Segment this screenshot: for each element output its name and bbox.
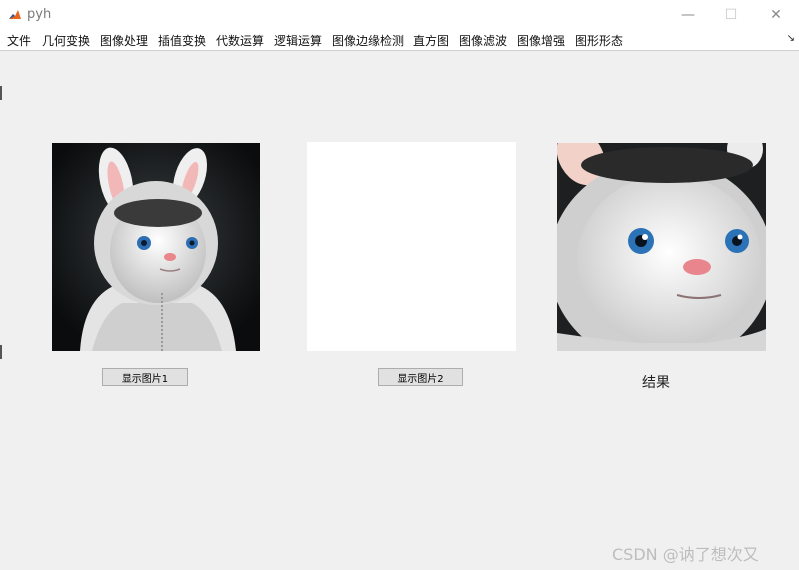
menu-item-interpolation[interactable]: 插值变换 (158, 32, 206, 49)
minimize-icon: — (681, 7, 695, 23)
bunny-image-closeup (557, 143, 766, 351)
show-image1-button[interactable]: 显示图片1 (102, 368, 188, 386)
menu-item-image-processing[interactable]: 图像处理 (100, 32, 148, 49)
result-label: 结果 (642, 375, 670, 391)
image-axes-result (557, 143, 766, 351)
edge-marker (0, 86, 2, 100)
menu-item-image-enhance[interactable]: 图像增强 (517, 32, 565, 49)
show-image2-button[interactable]: 显示图片2 (378, 368, 463, 386)
matlab-icon (8, 8, 22, 22)
close-button[interactable]: ✕ (753, 0, 799, 30)
menu-item-algebraic-ops[interactable]: 代数运算 (216, 32, 264, 49)
menu-item-logic-ops[interactable]: 逻辑运算 (274, 32, 322, 49)
menu-bar: 文件 几何变换 图像处理 插值变换 代数运算 逻辑运算 图像边缘检测 直方图 图… (0, 30, 799, 51)
watermark-text: CSDN @讷了想次又 (612, 545, 759, 564)
toolbar-overflow-icon[interactable]: ↘ (787, 33, 795, 44)
menu-item-file[interactable]: 文件 (7, 32, 31, 49)
maximize-button[interactable]: ☐ (708, 0, 754, 30)
image-axes-2 (307, 142, 516, 351)
menu-item-edge-detection[interactable]: 图像边缘检测 (332, 32, 404, 49)
edge-marker (0, 345, 2, 359)
menu-item-morphology[interactable]: 图形形态 (575, 32, 623, 49)
window-title: pyh (27, 7, 52, 22)
menu-item-image-filter[interactable]: 图像滤波 (459, 32, 507, 49)
menu-item-geometric-transform[interactable]: 几何变换 (42, 32, 90, 49)
menu-item-histogram[interactable]: 直方图 (413, 32, 449, 49)
close-icon: ✕ (770, 7, 782, 23)
minimize-button[interactable]: — (665, 0, 711, 30)
title-bar: pyh — ☐ ✕ (0, 0, 799, 30)
bunny-image-1 (52, 143, 260, 351)
maximize-icon: ☐ (724, 7, 738, 23)
image-axes-1 (52, 143, 260, 351)
